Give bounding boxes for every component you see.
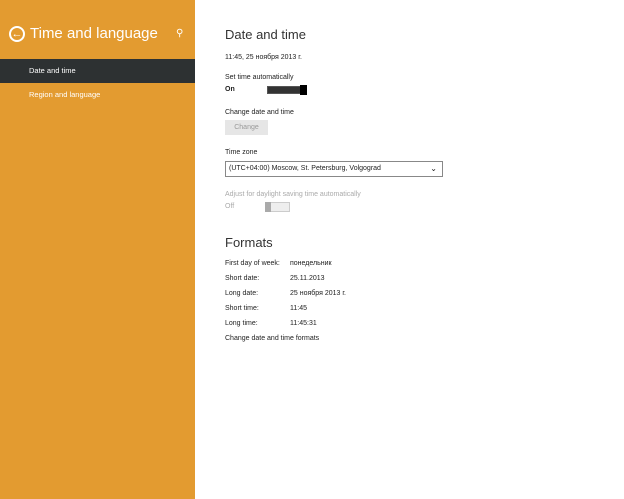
format-label: Short date:: [225, 275, 260, 282]
format-value: 25 ноября 2013 г.: [290, 290, 346, 297]
format-label: Short time:: [225, 305, 259, 312]
set-time-auto-label: Set time automatically: [225, 74, 294, 81]
set-time-auto-state: On: [225, 86, 235, 93]
timezone-select[interactable]: (UTC+04:00) Moscow, St. Petersburg, Volg…: [225, 161, 443, 177]
format-value: 25.11.2013: [290, 275, 325, 282]
format-value: 11:45:31: [290, 320, 317, 327]
chevron-down-icon: ⌄: [430, 164, 437, 173]
current-datetime: 11:45, 25 ноября 2013 г.: [225, 54, 302, 61]
set-time-auto-toggle[interactable]: [267, 85, 307, 95]
format-label: First day of week:: [225, 260, 280, 267]
dst-label: Adjust for daylight saving time automati…: [225, 191, 361, 198]
search-icon[interactable]: ⚲: [176, 28, 183, 39]
change-date-time-label: Change date and time: [225, 109, 294, 116]
dst-toggle[interactable]: [265, 202, 305, 212]
format-value: понедельник: [290, 260, 332, 267]
back-arrow-icon[interactable]: ←: [9, 26, 25, 42]
formats-heading: Formats: [225, 235, 273, 250]
date-time-heading: Date and time: [225, 27, 306, 42]
format-label: Long time:: [225, 320, 258, 327]
timezone-value: (UTC+04:00) Moscow, St. Petersburg, Volg…: [229, 165, 381, 172]
format-value: 11:45: [290, 305, 307, 312]
dst-state: Off: [225, 203, 235, 210]
timezone-label: Time zone: [225, 149, 258, 156]
sidebar-item-date-and-time[interactable]: Date and time: [0, 59, 195, 83]
format-label: Long date:: [225, 290, 259, 297]
change-button[interactable]: Change: [225, 120, 268, 135]
page-title: Time and language: [30, 25, 158, 42]
change-formats-link[interactable]: Change date and time formats: [225, 335, 319, 342]
sidebar: ← Time and language ⚲ Date and time Regi…: [0, 0, 195, 499]
sidebar-item-region-and-language[interactable]: Region and language: [0, 83, 195, 107]
